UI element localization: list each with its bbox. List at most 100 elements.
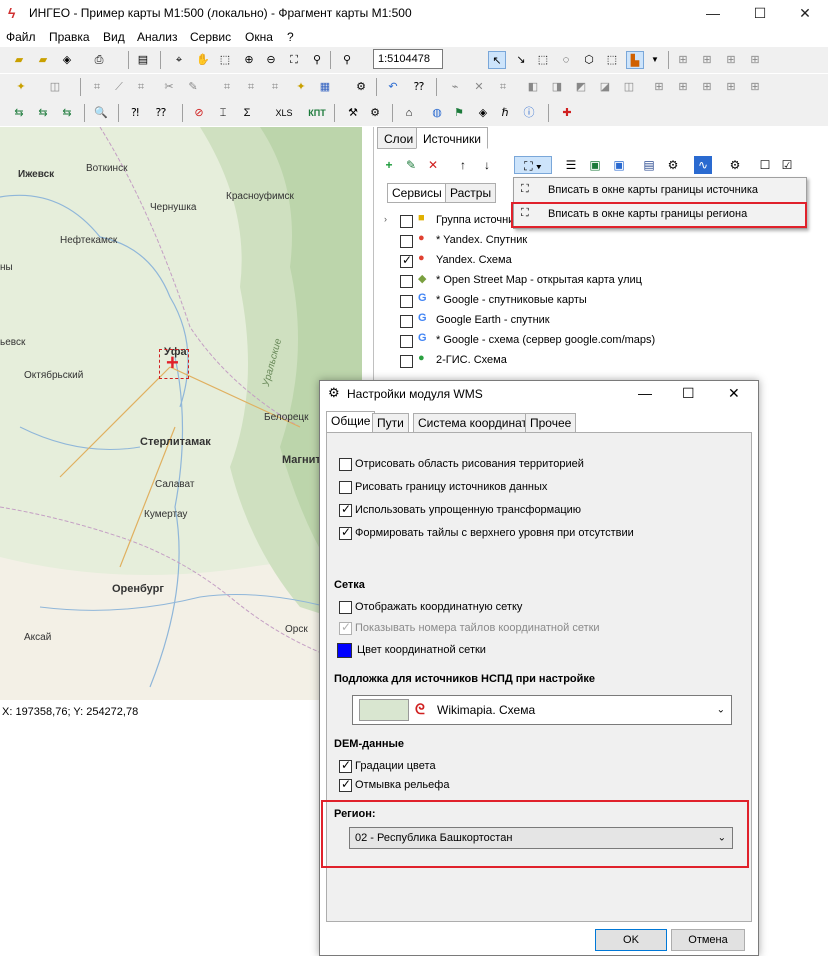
source-checkbox[interactable] <box>400 355 413 368</box>
list-item[interactable]: ◆ * Open Street Map - открытая карта ули… <box>384 271 824 291</box>
move-down-icon[interactable]: ↓ <box>478 156 496 174</box>
color-swatch[interactable] <box>337 643 352 658</box>
tab-other[interactable]: Прочее <box>525 413 577 433</box>
rotate-icon[interactable]: ⊞ <box>674 78 692 96</box>
menu-analysis[interactable]: Анализ <box>137 30 178 44</box>
uncheck-all-icon[interactable]: ☐ <box>756 156 774 174</box>
list-item[interactable]: ● 2-ГИС. Схема <box>384 351 824 371</box>
menu-help[interactable]: ? <box>287 30 294 44</box>
zoom-in-icon[interactable]: ⊕ <box>240 51 258 69</box>
subtab-rasters[interactable]: Растры <box>445 183 497 203</box>
open-icon[interactable]: ▰ <box>10 51 28 69</box>
zoom-tool-icon[interactable]: ⚲ <box>308 51 326 69</box>
link-icon[interactable]: ⌁ <box>446 78 464 96</box>
undo-icon[interactable]: ↶ <box>384 78 402 96</box>
point-icon[interactable]: ⌗ <box>132 78 150 96</box>
copy-obj-icon[interactable]: ⊞ <box>746 51 764 69</box>
list-item[interactable]: G * Google - спутниковые карты <box>384 291 824 311</box>
list-item[interactable]: G * Google - схема (сервер google.com/ma… <box>384 331 824 351</box>
menu-service[interactable]: Сервис <box>190 30 231 44</box>
zoom-rect-icon[interactable]: ⬚ <box>216 51 234 69</box>
text-edit-icon[interactable]: ⌶ <box>214 104 232 122</box>
source-checkbox[interactable] <box>400 335 413 348</box>
tab-sources[interactable]: Источники <box>416 127 488 149</box>
subtab-services[interactable]: Сервисы <box>387 183 447 203</box>
select-node-icon[interactable]: ↘ <box>512 51 530 69</box>
checkbox[interactable] <box>339 620 352 635</box>
hand-icon[interactable]: ✋ <box>194 51 212 69</box>
layers-icon[interactable]: ◈ <box>58 51 76 69</box>
kpt-icon[interactable]: КПТ <box>306 104 328 122</box>
open-folder-icon[interactable]: ▰ <box>34 51 52 69</box>
home-icon[interactable]: ⌂ <box>400 104 418 122</box>
scale-obj-icon[interactable]: ⊞ <box>722 78 740 96</box>
save-icon[interactable]: ▤ <box>134 51 152 69</box>
maximize-button[interactable]: ☐ <box>737 0 783 27</box>
pointer-icon[interactable]: ↖ <box>488 51 506 69</box>
minimize-button[interactable]: — <box>638 385 652 401</box>
query-icon[interactable]: ⚙ <box>352 78 370 96</box>
node-edit-icon[interactable]: ⌗ <box>494 78 512 96</box>
search-icon[interactable]: 🔍 <box>92 104 110 122</box>
split-icon[interactable]: ◫ <box>620 78 638 96</box>
add-object-icon[interactable]: ✦ <box>292 78 310 96</box>
close-button[interactable]: ✕ <box>728 385 740 402</box>
checkbox[interactable] <box>339 758 352 773</box>
symbol-icon[interactable]: ⚒ <box>344 104 362 122</box>
list-item[interactable]: ● Yandex. Схема <box>384 251 824 271</box>
checkbox[interactable] <box>339 777 352 792</box>
source-checkbox[interactable] <box>400 235 413 248</box>
settings-search-icon[interactable]: ⚙ <box>366 104 384 122</box>
image-icon[interactable]: ▣ <box>586 156 604 174</box>
mirror-icon[interactable]: ⊞ <box>698 78 716 96</box>
xor-icon[interactable]: ◪ <box>596 78 614 96</box>
settings-doc-icon[interactable]: ⚙ <box>664 156 682 174</box>
list-item[interactable]: ● * Yandex. Спутник <box>384 231 824 251</box>
menu-edit[interactable]: Правка <box>49 30 90 44</box>
menu-file[interactable]: Файл <box>6 30 36 44</box>
select-area-icon[interactable]: ⌖ <box>170 51 188 69</box>
report-icon[interactable]: ⁇ <box>152 104 170 122</box>
first-aid-icon[interactable]: ✚ <box>558 104 576 122</box>
tab-general[interactable]: Общие <box>326 411 376 433</box>
select-object-icon[interactable]: ⬚ <box>603 51 621 69</box>
checkbox[interactable] <box>339 481 352 494</box>
scale-icon[interactable]: ⚲ <box>338 51 356 69</box>
ok-button[interactable]: OK <box>595 929 667 951</box>
chevron-right-icon[interactable]: › <box>384 214 387 224</box>
table-icon[interactable]: ▦ <box>316 78 334 96</box>
delete-icon[interactable]: ✕ <box>424 156 442 174</box>
move-obj-icon[interactable]: ⊞ <box>722 51 740 69</box>
help-icon[interactable]: ⓘ <box>520 104 538 122</box>
snap2-icon[interactable]: ⌗ <box>242 78 260 96</box>
menu-windows[interactable]: Окна <box>245 30 273 44</box>
union-icon[interactable]: ◧ <box>524 78 542 96</box>
check-all-icon[interactable]: ☑ <box>778 156 796 174</box>
export-icon[interactable]: ⇆ <box>34 104 52 122</box>
tab-coordinate-system[interactable]: Система координат <box>413 413 533 433</box>
intersect-icon[interactable]: ◨ <box>548 78 566 96</box>
snap3-icon[interactable]: ⌗ <box>266 78 284 96</box>
fit-bounds-dropdown[interactable]: ⛶ ▾ <box>514 156 552 174</box>
map-pin-icon[interactable]: ⚑ <box>450 104 468 122</box>
checkbox[interactable] <box>339 458 352 471</box>
line-icon[interactable]: ⟋ <box>110 78 128 96</box>
help-cursor-icon[interactable]: ⁇ <box>410 78 428 96</box>
checkbox[interactable] <box>339 502 352 517</box>
xls-export-icon[interactable]: XLS <box>270 104 298 122</box>
delete-obj-icon[interactable]: ✕ <box>470 78 488 96</box>
gear-icon[interactable]: ⚙ <box>726 156 744 174</box>
navigate-icon[interactable]: ◈ <box>474 104 492 122</box>
query-lang-icon[interactable]: ⁈ <box>126 104 144 122</box>
minimize-button[interactable]: — <box>690 0 736 27</box>
checkbox[interactable] <box>339 525 352 540</box>
source-checkbox[interactable] <box>400 295 413 308</box>
pulse-icon[interactable]: ∿ <box>694 156 712 174</box>
subtract-icon[interactable]: ◩ <box>572 78 590 96</box>
stop-icon[interactable]: ⊘ <box>190 104 208 122</box>
source-checkbox[interactable] <box>400 253 413 268</box>
uf-marker[interactable]: + <box>159 349 189 379</box>
scale-input[interactable]: 1:5104478 <box>373 49 443 69</box>
edit-obj-icon[interactable]: ⊞ <box>698 51 716 69</box>
add-icon[interactable]: + <box>380 156 398 174</box>
